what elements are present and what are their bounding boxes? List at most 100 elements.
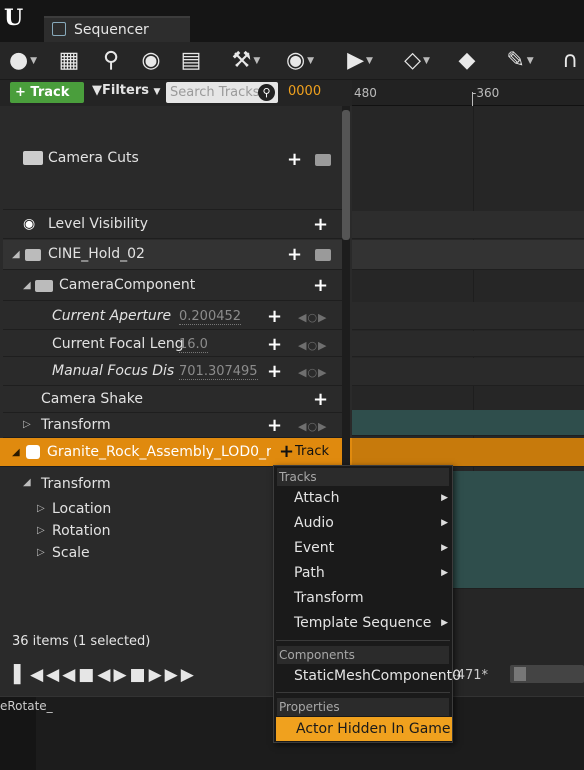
add-key-icon[interactable]: ▦	[54, 46, 84, 76]
search-input[interactable]: Search Tracks ⚲	[166, 82, 278, 103]
add-track-button[interactable]: + Track	[10, 82, 84, 103]
track-label: Current Aperture	[52, 308, 172, 324]
next-frame-icon[interactable]: ■▶	[130, 665, 165, 685]
track-camera-component[interactable]: ◢ CameraComponent +	[3, 271, 347, 301]
play-icon[interactable]: ▶	[113, 665, 129, 685]
filters-dropdown[interactable]: ▼Filters ▼	[92, 83, 160, 98]
collapse-icon[interactable]: ◢	[23, 280, 31, 291]
selected-track-section[interactable]	[352, 438, 584, 467]
key-nav-icon[interactable]: ◀○▶	[298, 311, 328, 324]
search-icon: ⚲	[258, 84, 275, 101]
add-icon[interactable]: +	[287, 246, 302, 264]
scrollbar-thumb[interactable]	[342, 110, 350, 240]
sequencer-toolbar: ● ▼ ▦ ⚲ ◉ ▤ ⚒ ▼ ◉ ▼ ▶ ▼ ◇ ▼ ◆ ✎ ▼ ∩	[0, 42, 584, 80]
track-label: Transform	[41, 476, 111, 492]
property-value[interactable]: 16.0	[179, 337, 208, 353]
menu-item-path[interactable]: Path ▶	[274, 561, 452, 585]
section-properties: Properties	[277, 698, 449, 716]
chevron-down-icon: ▼	[153, 87, 161, 97]
expand-icon[interactable]: ▷	[37, 503, 45, 514]
add-icon[interactable]: +	[287, 151, 302, 169]
clapper-icon[interactable]: ▤	[176, 46, 206, 76]
key-nav-icon[interactable]: ◀○▶	[298, 420, 328, 433]
track-label: Camera Cuts	[48, 150, 139, 166]
sequencer-icon	[52, 22, 66, 36]
add-key-icon[interactable]: +	[267, 308, 282, 326]
menu-label: Attach	[294, 490, 340, 506]
add-icon[interactable]: +	[313, 391, 328, 409]
scrollbar-thumb[interactable]	[514, 667, 526, 681]
tab-sequencer[interactable]: Sequencer	[44, 16, 190, 42]
track-label: Rotation	[52, 523, 111, 539]
track-current-focal-length[interactable]: Current Focal Leng 16.0 + ◀○▶	[3, 331, 347, 357]
menu-item-template-sequence[interactable]: Template Sequence ▶	[274, 611, 452, 635]
camera-actor-icon	[25, 249, 41, 261]
prev-key-icon[interactable]: ◀◀	[30, 665, 62, 685]
ruler-tick: -360	[472, 86, 500, 100]
menu-separator	[276, 640, 450, 641]
transform-section[interactable]	[352, 410, 584, 436]
menu-item-static-mesh-component[interactable]: StaticMeshComponent0	[274, 664, 461, 688]
menu-item-actor-hidden-in-game[interactable]: Actor Hidden In Game	[276, 717, 452, 741]
collapse-icon[interactable]: ◢	[23, 477, 31, 488]
menu-label: Audio	[294, 515, 334, 531]
track-granite-rock-selected[interactable]: ◢ Granite_Rock_Assembly_LOD0_reFtc + Tra…	[0, 438, 352, 467]
search-icon[interactable]: ⚲	[96, 46, 126, 76]
add-key-icon[interactable]: +	[267, 417, 282, 435]
next-key-icon[interactable]: ▶▶	[165, 665, 197, 685]
menu-item-attach[interactable]: Attach ▶	[274, 486, 452, 510]
property-value[interactable]: 0.200452	[179, 309, 242, 325]
track-transform[interactable]: ▷ Transform + ◀○▶	[3, 414, 347, 438]
diamond-icon[interactable]: ◇ ▼	[392, 46, 442, 76]
submenu-arrow-icon: ▶	[441, 543, 448, 553]
wrench-icon[interactable]: ⚒ ▼	[224, 46, 268, 76]
play-icon[interactable]: ▶ ▼	[338, 46, 382, 76]
add-key-icon[interactable]: +	[267, 336, 282, 354]
timeline-scrollbar[interactable]	[510, 665, 584, 683]
track-label: Scale	[52, 545, 90, 561]
jump-start-icon[interactable]: ▌	[14, 665, 30, 685]
property-value[interactable]: 701.307495	[179, 364, 258, 380]
bottom-label: eRotate_	[0, 699, 53, 713]
key-nav-icon[interactable]: ◀○▶	[298, 366, 328, 379]
time-ruler[interactable]: 480 -360	[352, 80, 584, 106]
prev-frame-icon[interactable]: ◀■	[62, 665, 97, 685]
camera-icon[interactable]	[315, 249, 331, 261]
track-camera-shake[interactable]: Camera Shake +	[3, 387, 347, 413]
track-label: Granite_Rock_Assembly_LOD0_reFtc	[47, 444, 271, 460]
track-manual-focus-distance[interactable]: Manual Focus Dis 701.307495 + ◀○▶	[3, 358, 347, 386]
collapse-icon[interactable]: ◢	[12, 249, 20, 260]
magnet-icon[interactable]: ∩	[556, 46, 584, 76]
track-current-aperture[interactable]: Current Aperture 0.200452 + ◀○▶	[3, 302, 347, 330]
menu-item-audio[interactable]: Audio ▶	[274, 511, 452, 535]
expand-icon[interactable]: ▷	[37, 547, 45, 558]
collapse-icon[interactable]: ◢	[12, 447, 20, 458]
play-reverse-icon[interactable]: ◀	[97, 665, 113, 685]
key-icon[interactable]: ◆	[452, 46, 482, 76]
menu-item-transform[interactable]: Transform	[274, 586, 452, 610]
track-label: Location	[52, 501, 112, 517]
track-cine-hold[interactable]: ◢ CINE_Hold_02 +	[3, 240, 347, 270]
ruler-tick-mark	[472, 92, 473, 106]
track-camera-cuts[interactable]: Camera Cuts +	[3, 107, 347, 210]
menu-item-event[interactable]: Event ▶	[274, 536, 452, 560]
add-icon[interactable]: +	[313, 216, 328, 234]
menu-label: Template Sequence	[294, 615, 432, 631]
add-key-icon[interactable]: +	[267, 363, 282, 381]
track-level-visibility[interactable]: ◉ Level Visibility +	[3, 211, 347, 239]
expand-icon[interactable]: ▷	[23, 419, 31, 430]
track-label: Manual Focus Dis	[52, 363, 175, 379]
eye-icon[interactable]: ◉ ▼	[278, 46, 322, 76]
unreal-logo: U	[4, 5, 24, 31]
menu-label: StaticMeshComponent0	[294, 668, 462, 684]
expand-icon[interactable]: ▷	[37, 525, 45, 536]
key-nav-icon[interactable]: ◀○▶	[298, 339, 328, 352]
pencil-icon[interactable]: ✎ ▼	[496, 46, 544, 76]
add-icon[interactable]: +	[279, 443, 294, 461]
add-icon[interactable]: +	[313, 277, 328, 295]
camera-icon[interactable]	[315, 154, 331, 166]
globe-icon[interactable]: ● ▼	[6, 46, 40, 76]
filter-icon: ▼	[92, 83, 102, 98]
camera-icon[interactable]: ◉	[136, 46, 166, 76]
add-track-label[interactable]: Track	[295, 444, 329, 459]
